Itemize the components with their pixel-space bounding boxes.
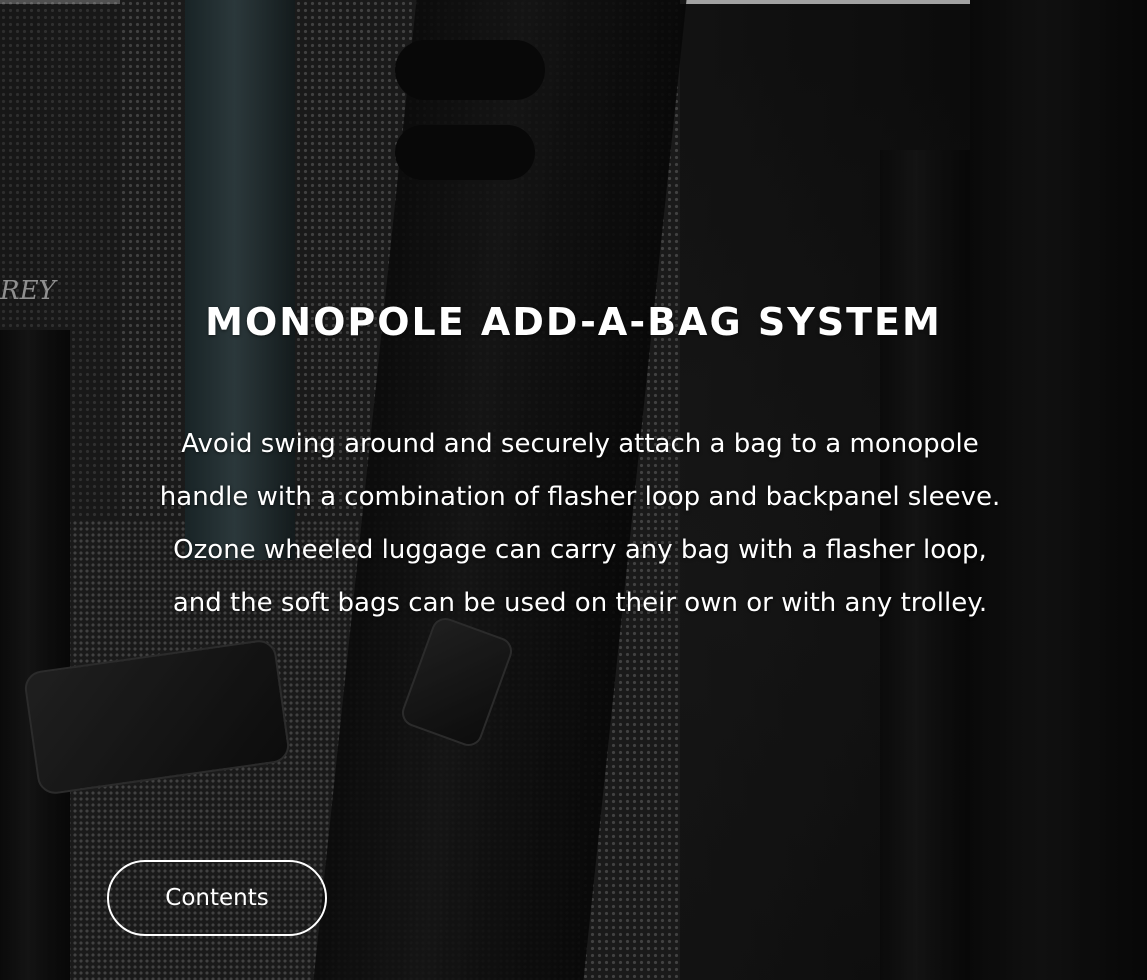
page-title: MONOPOLE ADD-A-BAG SYSTEM <box>205 300 942 344</box>
hero-section: REY MONOPOLE ADD-A-BAG SYSTEM Avoid swin… <box>0 0 1147 980</box>
hero-description: Avoid swing around and securely attach a… <box>159 429 1001 618</box>
hero-content: MONOPOLE ADD-A-BAG SYSTEM Avoid swing ar… <box>0 0 1147 980</box>
contents-button[interactable]: Contents <box>107 860 327 936</box>
